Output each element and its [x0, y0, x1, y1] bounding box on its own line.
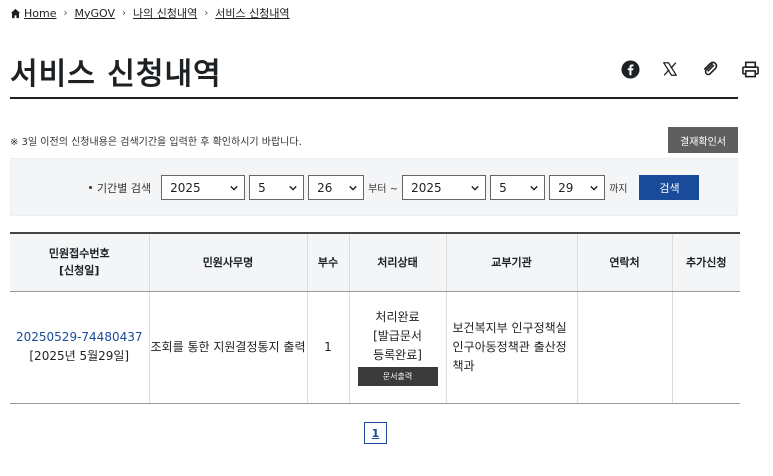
page-title: 서비스 신청내역 [10, 57, 222, 92]
cell-status: 처리완료 [발급문서 등록완료] 문서출력 [348, 291, 446, 404]
col-contact-header: 연락처 [576, 232, 672, 292]
col-agency-header: 교부기관 [445, 232, 577, 292]
col-copies-header: 부수 [306, 232, 349, 292]
from-year-value: 2025 [170, 180, 201, 195]
page-1-button[interactable]: 1 [364, 422, 387, 444]
cell-contact [576, 291, 672, 404]
col-service-header: 민원사무명 [148, 232, 307, 292]
to-suffix: 까지 [609, 184, 628, 195]
application-date: [2025년 5월29일] [29, 349, 130, 363]
cell-service: 조회를 통한 지원결정통지 출력 [148, 291, 307, 404]
receipt-number-link[interactable]: 20250529-74480437 [16, 330, 143, 344]
chevron-down-icon [530, 185, 538, 191]
from-month-value: 5 [258, 180, 266, 195]
breadcrumb-home[interactable]: Home [24, 7, 56, 20]
cell-extra [671, 291, 740, 404]
print-document-button[interactable]: 문서출력 [357, 367, 438, 386]
chevron-down-icon [230, 185, 238, 191]
cell-receipt: 20250529-74480437 [2025년 5월29일] [10, 291, 149, 404]
to-year-select[interactable]: 2025 [402, 175, 487, 200]
link-icon[interactable] [699, 58, 721, 80]
chevron-right-icon: › [122, 7, 126, 19]
print-icon[interactable] [739, 58, 761, 80]
from-day-select[interactable]: 26 [308, 175, 365, 200]
col-receipt-header: 민원접수번호 [신청일] [10, 232, 149, 292]
to-day-value: 29 [558, 180, 574, 195]
search-row: 기간별 검색 2025 5 26 부터 ~ 2025 5 29 까지 검색 [89, 175, 700, 200]
breadcrumb-mygov[interactable]: MyGOV [74, 7, 115, 20]
chevron-right-icon: › [204, 7, 209, 19]
col-receipt-sublabel: [신청일] [59, 264, 100, 278]
status-line-1: 처리완료 [375, 310, 420, 324]
chevron-down-icon [349, 185, 357, 191]
from-month-select[interactable]: 5 [249, 175, 305, 200]
search-label-text: 기간별 검색 [97, 181, 152, 195]
bullet-icon [89, 186, 92, 189]
col-status-header: 처리상태 [348, 232, 446, 292]
share-tools [619, 58, 761, 80]
breadcrumb-my-applications[interactable]: 나의 신청내역 [133, 5, 197, 21]
chevron-down-icon [590, 185, 598, 191]
breadcrumb-service-applications[interactable]: 서비스 신청내역 [215, 5, 289, 21]
service-name: 조회를 통한 지원결정통지 출력 [150, 339, 306, 354]
to-day-select[interactable]: 29 [549, 175, 606, 200]
from-year-select[interactable]: 2025 [161, 175, 246, 200]
to-month-value: 5 [499, 180, 507, 195]
x-icon[interactable] [659, 58, 681, 80]
breadcrumb: Home › MyGOV › 나의 신청내역 › 서비스 신청내역 [10, 5, 290, 21]
search-label: 기간별 검색 [89, 180, 151, 196]
chevron-down-icon [471, 185, 479, 191]
applications-table: 민원접수번호 [신청일] 민원사무명 부수 처리상태 교부기관 연락처 추가신청… [10, 232, 740, 404]
from-day-value: 26 [317, 180, 333, 195]
search-notice: ※ 3일 이전의 신청내용은 검색기간을 입력한 후 확인하시기 바랍니다. [10, 137, 302, 148]
table-row: 20250529-74480437 [2025년 5월29일] 조회를 통한 지… [10, 291, 740, 404]
chevron-right-icon: › [63, 7, 68, 19]
facebook-icon[interactable] [619, 58, 641, 80]
col-receipt-label: 민원접수번호 [48, 247, 110, 261]
approval-certificate-button[interactable]: 결재확인서 [668, 127, 738, 153]
title-divider [10, 97, 738, 99]
to-year-value: 2025 [411, 180, 442, 195]
chevron-down-icon [289, 185, 297, 191]
home-icon [10, 8, 21, 18]
to-month-select[interactable]: 5 [490, 175, 546, 200]
col-extra-header: 추가신청 [671, 232, 740, 292]
status-line-3: 등록완료] [373, 348, 422, 362]
from-suffix: 부터 ~ [368, 184, 399, 195]
cell-agency: 보건복지부 인구정책실 인구아동정책관 출산정책과 [445, 291, 577, 404]
table-header-row: 민원접수번호 [신청일] 민원사무명 부수 처리상태 교부기관 연락처 추가신청 [10, 232, 740, 292]
search-panel: 기간별 검색 2025 5 26 부터 ~ 2025 5 29 까지 검색 [10, 158, 738, 216]
search-button[interactable]: 검색 [639, 175, 700, 200]
cell-copies: 1 [306, 291, 349, 404]
status-line-2: [발급문서 [373, 329, 422, 343]
